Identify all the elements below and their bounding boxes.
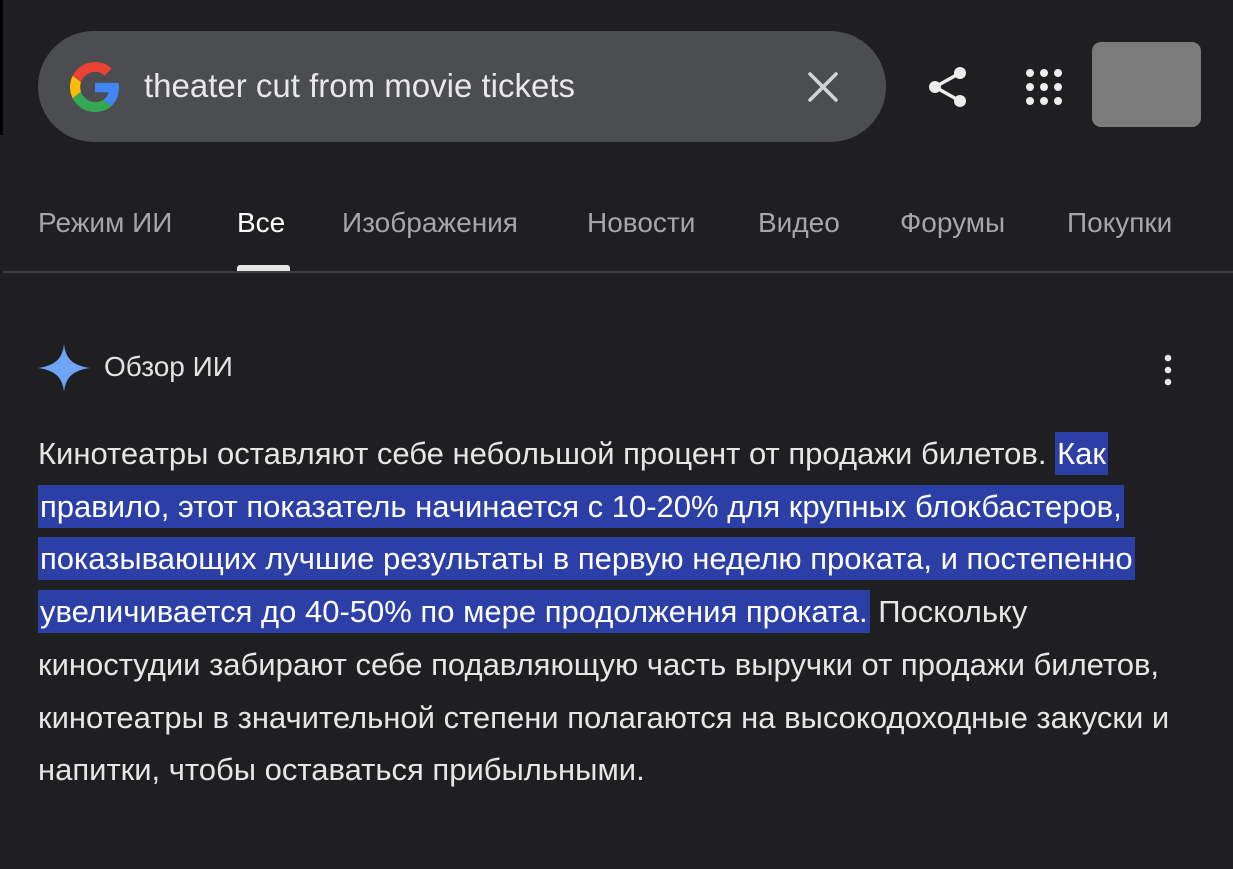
apps-grid-icon[interactable] [1024, 67, 1064, 107]
window-edge [0, 0, 3, 135]
google-g-icon [70, 62, 119, 112]
ai-overview-text: Кинотеатры оставляют себе небольшой проц… [38, 428, 1198, 797]
share-icon[interactable] [926, 65, 970, 109]
tab-all[interactable]: Все [237, 207, 285, 239]
ai-text-intro: Кинотеатры оставляют себе небольшой проц… [38, 436, 1047, 471]
avatar[interactable] [1092, 42, 1201, 127]
tab-videos[interactable]: Видео [758, 207, 840, 239]
close-icon[interactable] [804, 68, 842, 106]
search-bar[interactable]: theater cut from movie tickets [38, 31, 886, 142]
search-input[interactable]: theater cut from movie tickets [144, 67, 575, 105]
tab-forums[interactable]: Форумы [900, 207, 1005, 239]
tabs-divider [3, 271, 1233, 273]
more-vert-icon[interactable] [1153, 352, 1183, 388]
tab-shopping[interactable]: Покупки [1067, 207, 1172, 239]
tab-ai-mode[interactable]: Режим ИИ [38, 207, 172, 239]
tab-news[interactable]: Новости [587, 207, 695, 239]
tab-images[interactable]: Изображения [342, 207, 518, 239]
sparkle-icon [38, 344, 90, 392]
ai-overview-title: Обзор ИИ [104, 351, 233, 382]
